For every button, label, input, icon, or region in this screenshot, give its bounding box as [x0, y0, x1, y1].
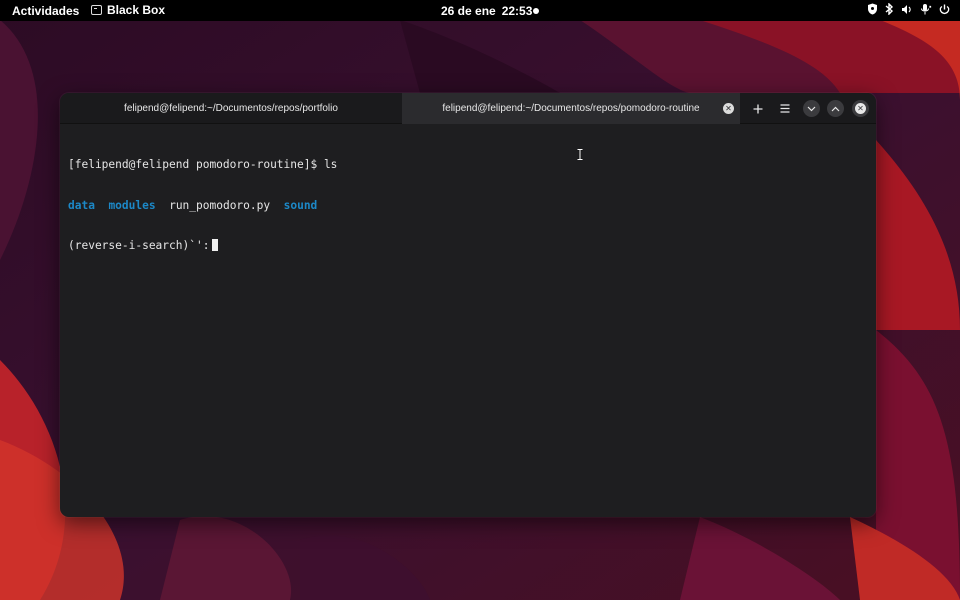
terminal-output[interactable]: [felipend@felipend pomodoro-routine]$ ls… — [68, 131, 868, 517]
close-icon: ✕ — [855, 103, 866, 114]
chevron-down-icon — [807, 106, 816, 111]
shield-icon[interactable] — [867, 3, 878, 15]
clock[interactable]: 26 de ene 22:53 — [441, 4, 532, 18]
new-tab-button[interactable] — [749, 100, 766, 117]
top-bar: Actividades Black Box 26 de ene 22:53 — [0, 0, 960, 21]
close-window-button[interactable]: ✕ — [852, 100, 869, 117]
terminal-window: felipend@felipend:~/Documentos/repos/por… — [60, 93, 876, 517]
mouse-ibeam-cursor-icon — [577, 149, 583, 160]
reverse-search-prompt: (reverse-i-search)`': — [68, 239, 210, 252]
bluetooth-icon[interactable] — [885, 3, 894, 15]
tab-pomodoro-routine[interactable]: felipend@felipend:~/Documentos/repos/pom… — [402, 93, 740, 124]
tab-portfolio[interactable]: felipend@felipend:~/Documentos/repos/por… — [60, 93, 402, 124]
tab-title: felipend@felipend:~/Documentos/repos/por… — [124, 103, 338, 114]
search-line[interactable]: (reverse-i-search)`': — [68, 239, 868, 253]
dir-entry: sound — [283, 198, 318, 212]
text-cursor — [212, 239, 219, 251]
maximize-button[interactable] — [827, 100, 844, 117]
app-menu[interactable]: Black Box — [91, 3, 165, 17]
volume-icon[interactable] — [901, 4, 913, 15]
power-icon[interactable] — [939, 4, 950, 15]
plus-icon — [753, 104, 762, 113]
ls-output: data modules run_pomodoro.py sound — [68, 199, 868, 213]
menu-button[interactable] — [776, 100, 793, 117]
terminal-app-icon — [91, 5, 102, 15]
clock-date: 26 de ene — [441, 4, 496, 18]
dir-entry: modules — [108, 198, 156, 212]
app-name: Black Box — [107, 3, 166, 17]
tab-title: felipend@felipend:~/Documentos/repos/pom… — [442, 103, 700, 114]
close-tab-icon[interactable]: ✕ — [723, 103, 734, 114]
microphone-icon[interactable] — [920, 3, 932, 15]
file-entry: run_pomodoro.py — [169, 198, 271, 212]
system-tray[interactable] — [867, 3, 950, 15]
hamburger-menu-icon — [780, 104, 789, 113]
clock-time: 22:53 — [501, 4, 533, 18]
chevron-up-icon — [831, 106, 840, 111]
prompt-line: [felipend@felipend pomodoro-routine]$ ls — [68, 158, 338, 171]
minimize-button[interactable] — [803, 100, 820, 117]
dir-entry: data — [68, 198, 95, 212]
activities-button[interactable]: Actividades — [12, 4, 79, 18]
notification-dot-icon — [533, 8, 539, 14]
tab-bar: felipend@felipend:~/Documentos/repos/por… — [60, 93, 876, 124]
